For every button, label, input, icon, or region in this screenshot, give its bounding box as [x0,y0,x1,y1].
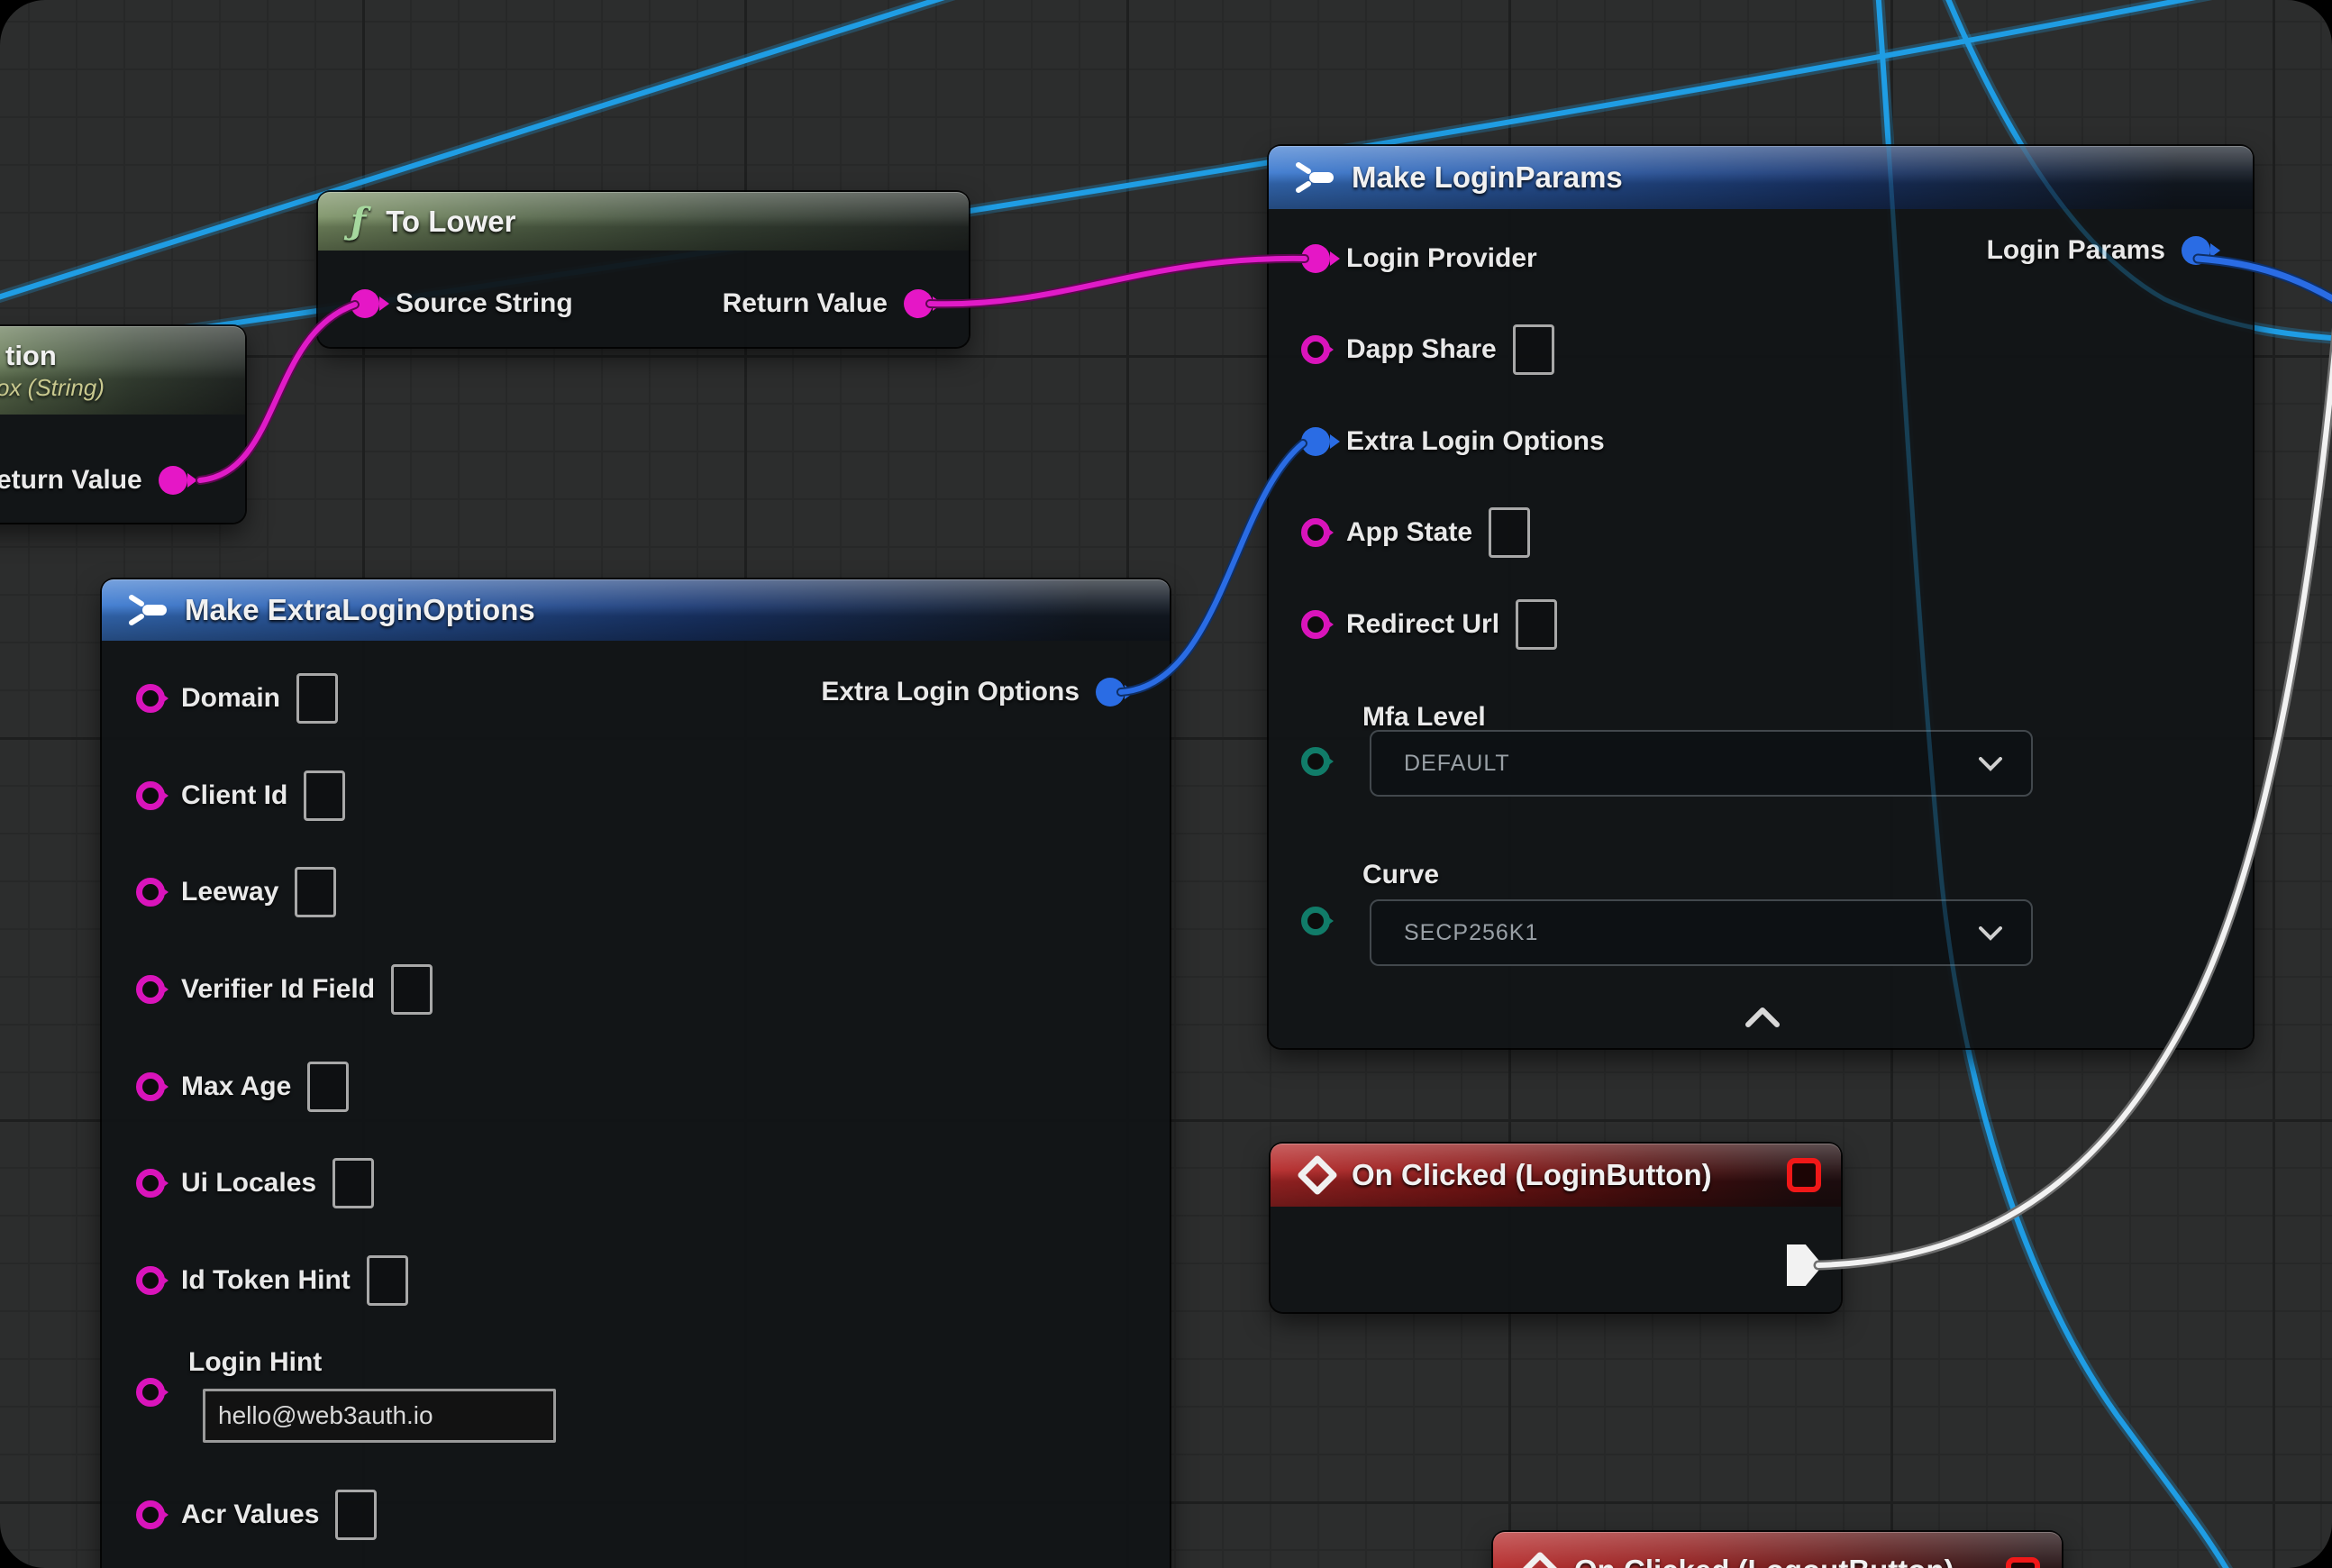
function-icon: ƒ [351,204,366,240]
pin-label-return-value: eturn Value [0,465,142,496]
input-pin-ui-locales[interactable] [136,1169,165,1198]
exec-output-pin[interactable] [1787,1244,1823,1286]
input-pin-acr-values[interactable] [136,1500,165,1529]
pin-label-verifier-id-field: Verifier Id Field [181,974,375,1005]
output-pin-return-value[interactable] [904,289,933,318]
chevron-down-icon [1979,757,2002,771]
checkbox-id-token-hint[interactable] [367,1255,408,1306]
checkbox-client-id[interactable] [304,770,345,821]
pin-label-acr-values: Acr Values [181,1500,319,1530]
node-title: To Lower [386,205,515,239]
input-pin-verifier-id-field[interactable] [136,975,165,1004]
checkbox-redirect-url[interactable] [1516,599,1557,650]
node-title: Make LoginParams [1352,160,1623,195]
input-pin-app-state[interactable] [1301,518,1330,547]
checkbox-ui-locales[interactable] [332,1158,374,1208]
event-diamond-icon [1520,1552,1560,1568]
checkbox-domain[interactable] [296,673,338,724]
make-struct-icon [1292,159,1335,196]
mfa-level-value: DEFAULT [1404,751,1510,777]
pin-label-extra-login-options: Extra Login Options [821,677,1079,707]
node-title: On Clicked (LogoutButton) [1574,1554,1954,1568]
pin-label-dapp-share: Dapp Share [1346,334,1497,365]
input-pin-login-hint[interactable] [136,1378,165,1407]
pin-label-curve: Curve [1362,860,1439,890]
input-pin-redirect-url[interactable] [1301,610,1330,639]
input-pin-extra-login-options[interactable] [1301,427,1330,456]
node-on-clicked-login-button[interactable]: On Clicked (LoginButton) [1271,1144,1841,1312]
pin-label-max-age: Max Age [181,1071,291,1102]
pin-label-app-state: App State [1346,517,1472,548]
pin-label-extra-login-options: Extra Login Options [1346,426,1605,457]
input-pin-curve[interactable] [1301,907,1330,935]
checkbox-app-state[interactable] [1489,507,1530,558]
checkbox-dapp-share[interactable] [1513,324,1554,375]
input-pin-source-string[interactable] [351,289,379,318]
pin-label-ui-locales: Ui Locales [181,1168,316,1199]
checkbox-max-age[interactable] [307,1062,349,1112]
node-on-clicked-logout-button[interactable]: On Clicked (LogoutButton) [1493,1532,2062,1568]
node-title: tion [5,340,57,372]
collapse-chevron-icon[interactable] [1744,1007,1781,1028]
login-hint-input[interactable] [203,1389,556,1443]
output-pin-extra-login-options[interactable] [1096,678,1125,707]
pin-label-leeway: Leeway [181,877,278,907]
node-subtitle: ox (String) [0,374,105,402]
input-pin-domain[interactable] [136,684,165,713]
node-make-extra-login-options[interactable]: Make ExtraLoginOptions Extra Login Optio… [102,579,1170,1568]
pin-label-login-hint: Login Hint [188,1347,322,1378]
make-struct-icon [125,591,169,629]
pin-label-mfa-level: Mfa Level [1362,702,1486,733]
pin-label-client-id: Client Id [181,780,287,811]
pin-label-return-value: Return Value [723,288,888,319]
node-make-login-params[interactable]: Make LoginParams Login Params Login Prov… [1269,146,2253,1048]
checkbox-verifier-id-field[interactable] [391,964,433,1015]
input-pin-client-id[interactable] [136,781,165,810]
mfa-level-dropdown[interactable]: DEFAULT [1370,730,2033,797]
delegate-box-icon [2006,1557,2040,1568]
pin-label-login-params: Login Params [1987,235,2165,266]
pin-label-id-token-hint: Id Token Hint [181,1265,351,1296]
pin-label-login-provider: Login Provider [1346,243,1537,274]
node-title: On Clicked (LoginButton) [1352,1158,1712,1192]
output-pin-login-params[interactable] [2182,236,2210,265]
chevron-down-icon [1979,926,2002,941]
curve-value: SECP256K1 [1404,920,1538,946]
input-pin-max-age[interactable] [136,1072,165,1101]
node-to-lower[interactable]: ƒ To Lower Source String Return Value [318,192,969,347]
output-pin-return-value[interactable] [159,466,187,495]
node-title: Make ExtraLoginOptions [185,593,535,627]
pin-label-redirect-url: Redirect Url [1346,609,1499,640]
event-diamond-icon [1298,1155,1337,1195]
checkbox-leeway[interactable] [295,867,336,917]
pin-label-domain: Domain [181,683,280,714]
input-pin-dapp-share[interactable] [1301,335,1330,364]
input-pin-login-provider[interactable] [1301,244,1330,273]
input-pin-mfa-level[interactable] [1301,747,1330,776]
checkbox-acr-values[interactable] [335,1490,377,1540]
node-text-block[interactable]: tion ox (String) eturn Value [0,326,245,523]
delegate-box-icon [1787,1158,1821,1192]
wire-magenta-tolower-to-loginprovider [930,259,1305,304]
curve-dropdown[interactable]: SECP256K1 [1370,899,2033,966]
input-pin-id-token-hint[interactable] [136,1266,165,1295]
input-pin-leeway[interactable] [136,878,165,907]
pin-label-source-string: Source String [396,288,573,319]
blueprint-canvas[interactable]: tion ox (String) eturn Value ƒ To Lower … [0,0,2332,1568]
